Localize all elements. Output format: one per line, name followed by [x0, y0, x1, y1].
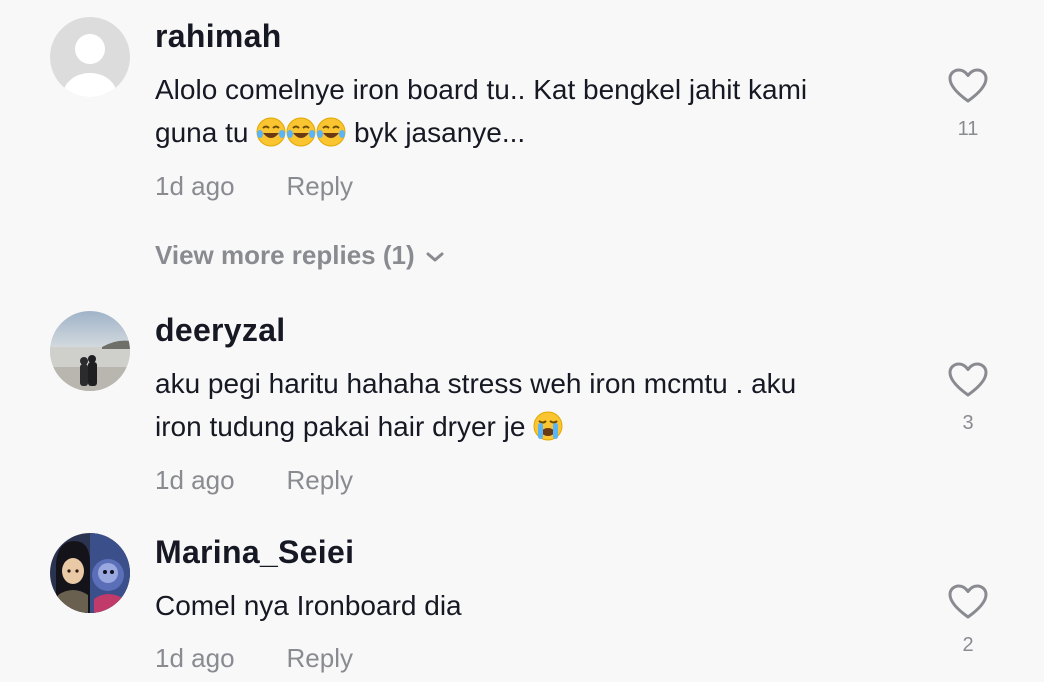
comment-text: Alolo comelnye iron board tu.. Kat bengk…	[155, 68, 915, 154]
like-control: 11	[946, 68, 990, 141]
comment-time: 1d ago	[155, 171, 235, 201]
view-more-replies-label: View more replies (1)	[155, 240, 415, 270]
comment-text-line: guna tu	[155, 117, 257, 148]
like-count: 3	[962, 412, 974, 434]
comment-text: Comel nya Ironboard dia	[155, 584, 915, 627]
comment-item: deeryzal aku pegi haritu hahaha stress w…	[0, 294, 1044, 514]
reply-button[interactable]: Reply	[287, 171, 353, 201]
like-count: 2	[962, 634, 974, 656]
reply-button[interactable]: Reply	[287, 643, 353, 673]
comment-item: rahimah Alolo comelnye iron board tu.. K…	[0, 0, 1044, 230]
chevron-down-icon	[426, 252, 444, 262]
comment-text-line: iron tudung pakai hair dryer je	[155, 411, 534, 442]
face-with-tears-of-joy-icon	[256, 117, 286, 147]
comment-text-line: Comel nya Ironboard dia	[155, 590, 462, 621]
face-with-tears-of-joy-icon	[286, 117, 316, 147]
comment-item: Marina_Seiei Comel nya Ironboard dia 1d …	[0, 516, 1044, 682]
default-avatar-icon	[50, 17, 130, 97]
comment-meta: 1d ago Reply	[155, 643, 353, 674]
comment-meta: 1d ago Reply	[155, 171, 353, 202]
comment-text-line: aku pegi haritu hahaha stress weh iron m…	[155, 368, 797, 399]
anime-avatar-icon	[50, 533, 130, 613]
comment-text-line: Alolo comelnye iron board tu.. Kat bengk…	[155, 74, 808, 105]
comment-time: 1d ago	[155, 465, 235, 495]
beach-photo-avatar-icon	[50, 311, 130, 391]
comment-text: aku pegi haritu hahaha stress weh iron m…	[155, 362, 915, 448]
comment-username[interactable]: rahimah	[155, 18, 282, 55]
like-count: 11	[957, 118, 979, 140]
comment-meta: 1d ago Reply	[155, 465, 353, 496]
comment-username[interactable]: deeryzal	[155, 312, 285, 349]
like-control: 3	[946, 362, 990, 435]
avatar[interactable]	[50, 533, 130, 613]
comment-time: 1d ago	[155, 643, 235, 673]
heart-icon[interactable]	[948, 362, 988, 398]
like-control: 2	[946, 584, 990, 657]
avatar[interactable]	[50, 17, 130, 97]
avatar[interactable]	[50, 311, 130, 391]
heart-icon[interactable]	[948, 68, 988, 104]
loudly-crying-face-icon	[533, 411, 563, 441]
reply-button[interactable]: Reply	[287, 465, 353, 495]
heart-icon[interactable]	[948, 584, 988, 620]
face-with-tears-of-joy-icon	[316, 117, 346, 147]
comment-text-line: byk jasanye...	[346, 117, 526, 148]
view-more-replies-button[interactable]: View more replies (1)	[155, 240, 445, 271]
comment-username[interactable]: Marina_Seiei	[155, 534, 354, 571]
